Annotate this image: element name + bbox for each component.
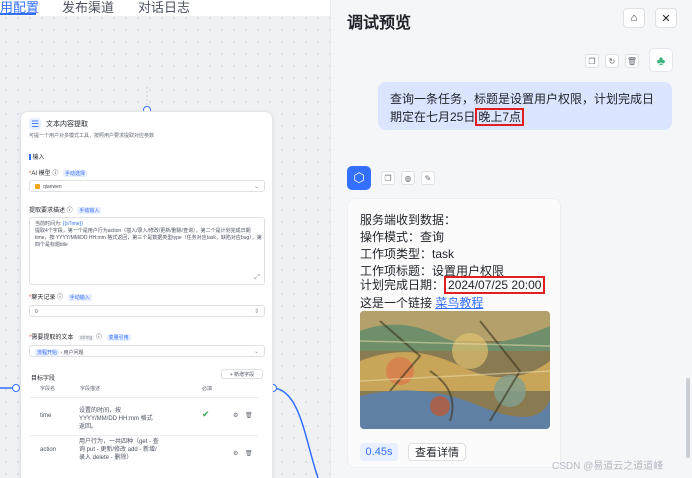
close-icon: ✕ xyxy=(661,12,671,25)
runoob-link[interactable]: 菜鸟教程 xyxy=(435,296,483,310)
view-details-button[interactable]: 查看详情 xyxy=(408,443,466,461)
user-question-value: 用户问题 xyxy=(63,350,84,356)
expand-icon[interactable]: ⤢ xyxy=(254,274,260,282)
user-avatar: ♣ xyxy=(649,48,673,72)
watermark: CSDN @易道云之道道峰 xyxy=(552,461,664,472)
qianwen-icon xyxy=(35,184,40,189)
manual-input-tag[interactable]: 手动输入 xyxy=(77,207,102,214)
panel-title: 调试预览 xyxy=(347,15,412,32)
bot-line: 服务端收到数据： xyxy=(360,213,457,227)
bot-message-card: 服务端收到数据： 操作模式：查询 工作项类型：task 工作项标题：设置用户权限… xyxy=(347,198,561,468)
text-variable-select[interactable]: 流程开始 › 用户问题 ⌄ xyxy=(29,345,265,357)
model-select[interactable]: qianwen ⌄ xyxy=(29,180,265,192)
manual-select-tag[interactable]: 手动选择 xyxy=(63,170,88,177)
requirement-label: 提取要求描述 ⓘ 手动输入 xyxy=(29,207,102,214)
node-description: 可提一个用户对多模式工具，按照用户要求提取对应参数 xyxy=(29,133,155,139)
table-row: time 设置的时间，按 YYYY/MM/DD HH:mm 格式返回。 ✔ ⚙ … xyxy=(30,397,258,435)
retry-button[interactable]: ↻ xyxy=(605,54,619,68)
bot-edit-button[interactable]: ✎ xyxy=(421,171,435,185)
prompt-text: 当前时间为: {{sTime}} 提取4个字段，第一个是用户行为action（插… xyxy=(35,221,262,248)
edit-icon: ✎ xyxy=(424,173,432,183)
model-label: *AI 模型 ⓘ 手动选择 xyxy=(29,170,88,177)
workflow-canvas[interactable]: 用配置 发布渠道 对话日志 ☰ 文本内容提取 可提一个用户对多模式工具，按照用户… xyxy=(0,0,330,478)
required-check-icon: ✔ xyxy=(202,409,210,419)
string-type-tag: string xyxy=(78,335,95,341)
delete-button[interactable]: 🗑 xyxy=(625,54,639,68)
requirement-textarea[interactable]: 当前时间为: {{sTime}} 提取4个字段，第一个是用户行为action（插… xyxy=(29,217,265,285)
history-input[interactable]: 0 ⇕ xyxy=(29,305,265,317)
history-label: *聊天记录 ⓘ 手动输入 xyxy=(29,294,92,301)
refresh-icon: ↻ xyxy=(608,56,616,66)
row-field-desc: 设置的时间，按 YYYY/MM/DD HH:mm 格式返回。 xyxy=(79,408,153,430)
header-required: 必填 xyxy=(202,386,213,392)
chevron-down-icon: ⌄ xyxy=(253,349,259,355)
bot-speak-button[interactable]: ◍ xyxy=(401,171,415,185)
prompt-variable: {{sTime}} xyxy=(62,221,83,227)
trash-icon[interactable]: 🗑 xyxy=(245,450,253,457)
row-field-name: action xyxy=(40,447,57,453)
bot-date-line: 计划完成日期： 2024/07/25 20:00 xyxy=(360,276,546,294)
row-field-name: time xyxy=(40,413,52,419)
extract-icon: ☰ xyxy=(29,118,41,130)
highlighted-time: 晚上7点 xyxy=(475,108,525,126)
gear-icon[interactable]: ⚙ xyxy=(233,412,238,419)
mosaic-image xyxy=(360,311,550,429)
bot-copy-button[interactable]: ❐ xyxy=(381,171,395,185)
bot-link-line: 这是一个链接 菜鸟教程 xyxy=(360,296,484,310)
bot-avatar: ⬡ xyxy=(347,166,371,190)
copy-icon: ❐ xyxy=(588,56,596,66)
input-section-label: 输入 xyxy=(29,152,45,161)
trash-icon[interactable]: 🗑 xyxy=(245,412,253,419)
header-field-name: 字段名 xyxy=(40,386,56,392)
user-message-bubble: 查询一条任务，标题是设置用户权限，计划完成日期定在七月25日 晚上7点 xyxy=(378,82,672,130)
trash-icon: 🗑 xyxy=(626,56,638,66)
row-field-desc: 用户行为，一共四种（get - 查询 put - 更新/修改 add - 新增/… xyxy=(79,439,159,461)
copy-icon: ❐ xyxy=(384,173,392,183)
add-field-button[interactable]: + 新增字段 xyxy=(221,369,263,379)
bot-line: 操作模式：查询 xyxy=(360,230,445,244)
gear-icon[interactable]: ⚙ xyxy=(233,450,238,457)
header-field-desc: 字段描述 xyxy=(80,386,101,392)
bot-line: 工作项类型：task xyxy=(360,247,455,261)
speaker-icon: ◍ xyxy=(404,173,412,183)
debug-preview-panel: 调试预览 ⌂ ✕ ❐ ↻ 🗑 ♣ 查询一条任务，标题是设置用户权限，计划完成日期… xyxy=(330,0,692,478)
fields-label: 目标字段 xyxy=(31,376,56,382)
date-value-highlight: 2024/07/25 20:00 xyxy=(444,276,546,294)
flow-start-chip: 流程开始 xyxy=(35,349,60,356)
copy-button[interactable]: ❐ xyxy=(585,54,599,68)
broom-icon: ⌂ xyxy=(630,12,638,24)
var-ref-tag[interactable]: 变量引用 xyxy=(106,334,131,341)
cube-icon: ⬡ xyxy=(353,170,365,185)
chevron-down-icon: ⌄ xyxy=(253,184,259,190)
history-manual-input-tag[interactable]: 手动输入 xyxy=(67,294,92,301)
response-time-badge: 0.45s xyxy=(360,443,398,461)
table-row: action 用户行为，一共四种（get - 查询 put - 更新/修改 ad… xyxy=(30,435,258,478)
node-title: 文本内容提取 xyxy=(46,121,88,128)
close-button[interactable]: ✕ xyxy=(655,8,677,28)
chat-scrollbar[interactable] xyxy=(686,378,690,458)
clear-button[interactable]: ⌂ xyxy=(623,8,645,28)
field-input-port[interactable] xyxy=(12,384,20,392)
stepper-icon[interactable]: ⇕ xyxy=(254,308,259,315)
node-header: ☰ 文本内容提取 xyxy=(29,118,88,130)
user-avatar-icon: ♣ xyxy=(656,52,666,68)
text-label: *需要提取的文本 string ⓘ 变量引用 xyxy=(29,334,131,341)
